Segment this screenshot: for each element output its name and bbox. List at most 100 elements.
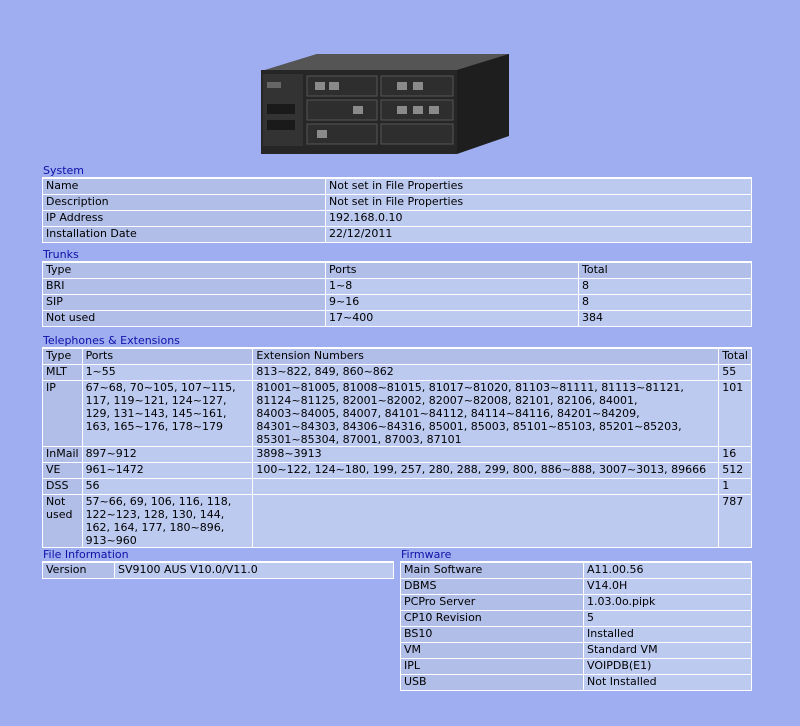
- table-row: VM Standard VM: [400, 642, 752, 659]
- phone-type: InMail: [42, 446, 83, 463]
- trunks-section: Trunks Type Ports Total BRI 1~8 8 SIP 9~…: [42, 248, 752, 327]
- phone-type: DSS: [42, 478, 83, 495]
- phone-type: IP: [42, 380, 83, 447]
- trunk-total: 8: [578, 294, 752, 311]
- phone-total: 55: [718, 364, 752, 381]
- table-row: Not used 17~400 384: [42, 310, 752, 327]
- extension-numbers: 81001~81005, 81008~81015, 81017~81020, 8…: [252, 380, 720, 447]
- table-row: BS10 Installed: [400, 626, 752, 643]
- system-title: System: [42, 164, 752, 178]
- table-row: VE 961~1472 100~122, 124~180, 199, 257, …: [42, 462, 752, 479]
- phone-ports: 1~55: [81, 364, 254, 381]
- column-header: Type: [42, 348, 83, 365]
- column-header: Extension Numbers: [252, 348, 720, 365]
- phone-total: 512: [718, 462, 752, 479]
- table-row: InMail 897~912 3898~3913 16: [42, 446, 752, 463]
- firmware-table: Main Software A11.00.56 DBMS V14.0H PCPr…: [400, 562, 752, 691]
- extension-numbers: 100~122, 124~180, 199, 257, 280, 288, 29…: [252, 462, 720, 479]
- extension-numbers: 813~822, 849, 860~862: [252, 364, 720, 381]
- telephones-title: Telephones & Extensions: [42, 334, 752, 348]
- table-row: Description Not set in File Properties: [42, 194, 752, 211]
- table-row: Name Not set in File Properties: [42, 178, 752, 195]
- trunks-table: Type Ports Total BRI 1~8 8 SIP 9~16 8 No…: [42, 262, 752, 327]
- cp10-revision-value: 5: [583, 610, 752, 627]
- vm-value: Standard VM: [583, 642, 752, 659]
- trunks-title: Trunks: [42, 248, 752, 262]
- telephones-table: Type Ports Extension Numbers Total MLT 1…: [42, 348, 752, 548]
- trunk-ports: 17~400: [325, 310, 579, 327]
- trunk-total: 8: [578, 278, 752, 295]
- table-row: SIP 9~16 8: [42, 294, 752, 311]
- cp10-revision-label: CP10 Revision: [400, 610, 584, 627]
- file-information-title: File Information: [42, 548, 394, 562]
- column-header: Type: [42, 262, 326, 279]
- dbms-value: V14.0H: [583, 578, 752, 595]
- phone-total: 787: [718, 494, 752, 548]
- main-software-value: A11.00.56: [583, 562, 752, 579]
- column-header: Total: [578, 262, 752, 279]
- usb-label: USB: [400, 674, 584, 691]
- ip-address-label: IP Address: [42, 210, 326, 227]
- extension-numbers: [252, 478, 720, 495]
- pcpro-server-label: PCPro Server: [400, 594, 584, 611]
- table-row: Main Software A11.00.56: [400, 562, 752, 579]
- name-label: Name: [42, 178, 326, 195]
- table-row: CP10 Revision 5: [400, 610, 752, 627]
- trunk-total: 384: [578, 310, 752, 327]
- main-software-label: Main Software: [400, 562, 584, 579]
- table-header-row: Type Ports Extension Numbers Total: [42, 348, 752, 365]
- table-row: USB Not Installed: [400, 674, 752, 691]
- trunk-type: Not used: [42, 310, 326, 327]
- phone-type: MLT: [42, 364, 83, 381]
- bs10-value: Installed: [583, 626, 752, 643]
- phone-ports: 961~1472: [81, 462, 254, 479]
- phone-ports: 67~68, 70~105, 107~115, 117, 119~121, 12…: [81, 380, 254, 447]
- table-row: IP Address 192.168.0.10: [42, 210, 752, 227]
- phone-ports: 56: [81, 478, 254, 495]
- table-row: BRI 1~8 8: [42, 278, 752, 295]
- file-information-section: File Information Version SV9100 AUS V10.…: [42, 548, 394, 579]
- installation-date-value: 22/12/2011: [325, 226, 752, 243]
- ipl-value: VOIPDB(E1): [583, 658, 752, 675]
- version-label: Version: [42, 562, 115, 579]
- phone-type: VE: [42, 462, 83, 479]
- installation-date-label: Installation Date: [42, 226, 326, 243]
- name-value: Not set in File Properties: [325, 178, 752, 195]
- trunk-ports: 9~16: [325, 294, 579, 311]
- table-row: DSS 56 1: [42, 478, 752, 495]
- system-section: System Name Not set in File Properties D…: [42, 164, 752, 243]
- extension-numbers: 3898~3913: [252, 446, 720, 463]
- column-header: Ports: [325, 262, 579, 279]
- phone-total: 1: [718, 478, 752, 495]
- table-row: IPL VOIPDB(E1): [400, 658, 752, 675]
- vm-label: VM: [400, 642, 584, 659]
- phone-total: 16: [718, 446, 752, 463]
- table-row: IP 67~68, 70~105, 107~115, 117, 119~121,…: [42, 380, 752, 447]
- column-header: Ports: [81, 348, 254, 365]
- table-row: Version SV9100 AUS V10.0/V11.0: [42, 562, 394, 579]
- dbms-label: DBMS: [400, 578, 584, 595]
- firmware-section: Firmware Main Software A11.00.56 DBMS V1…: [400, 548, 752, 691]
- trunk-ports: 1~8: [325, 278, 579, 295]
- trunk-type: BRI: [42, 278, 326, 295]
- ip-address-value: 192.168.0.10: [325, 210, 752, 227]
- extension-numbers: [252, 494, 720, 548]
- ipl-label: IPL: [400, 658, 584, 675]
- firmware-title: Firmware: [400, 548, 752, 562]
- phone-ports: 897~912: [81, 446, 254, 463]
- system-table: Name Not set in File Properties Descript…: [42, 178, 752, 243]
- pcpro-server-value: 1.03.0o.pipk: [583, 594, 752, 611]
- table-row: DBMS V14.0H: [400, 578, 752, 595]
- phone-ports: 57~66, 69, 106, 116, 118, 122~123, 128, …: [81, 494, 254, 548]
- table-header-row: Type Ports Total: [42, 262, 752, 279]
- trunk-type: SIP: [42, 294, 326, 311]
- column-header: Total: [718, 348, 752, 365]
- table-row: Installation Date 22/12/2011: [42, 226, 752, 243]
- usb-value: Not Installed: [583, 674, 752, 691]
- telephones-section: Telephones & Extensions Type Ports Exten…: [42, 334, 752, 548]
- table-row: PCPro Server 1.03.0o.pipk: [400, 594, 752, 611]
- version-value: SV9100 AUS V10.0/V11.0: [114, 562, 394, 579]
- bs10-label: BS10: [400, 626, 584, 643]
- description-value: Not set in File Properties: [325, 194, 752, 211]
- pbx-chassis-image: [261, 54, 509, 154]
